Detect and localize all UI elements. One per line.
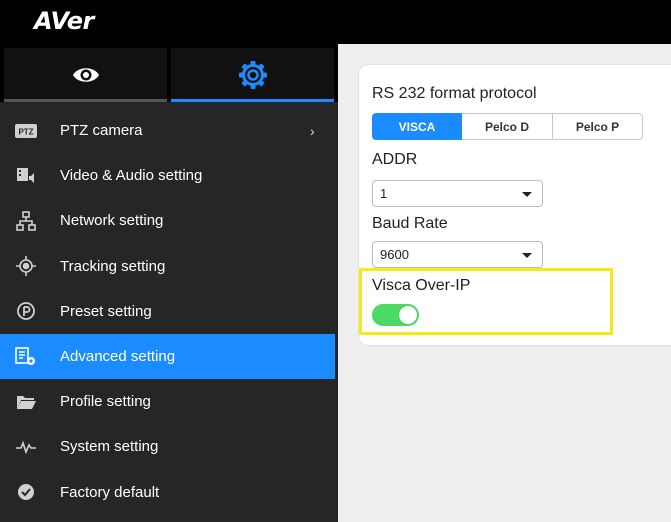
chevron-down-icon (522, 253, 532, 258)
sidebar-item-ptz-camera[interactable]: PTZ PTZ camera › (0, 108, 338, 153)
preset-icon (15, 301, 37, 321)
mode-tabs (0, 44, 338, 102)
settings-card: RS 232 format protocol VISCA Pelco D Pel… (358, 64, 671, 346)
sidebar-item-tracking[interactable]: Tracking setting (0, 244, 338, 289)
tab-view[interactable] (4, 48, 167, 102)
sidebar-item-label: Video & Audio setting (60, 167, 203, 185)
app-window: AVer PTZ PTZ camera › Video & Audio sett… (0, 0, 671, 522)
ptz-icon: PTZ (15, 121, 37, 141)
baud-rate-value: 9600 (380, 247, 409, 262)
baud-rate-label: Baud Rate (372, 215, 448, 232)
tracking-icon (15, 256, 37, 277)
svg-text:PTZ: PTZ (18, 127, 33, 136)
main-panel: RS 232 format protocol VISCA Pelco D Pel… (338, 44, 671, 522)
top-bar: AVer (0, 0, 671, 44)
tab-view-underline (4, 99, 167, 102)
sidebar-item-preset[interactable]: Preset setting (0, 289, 338, 334)
sidebar-item-label: Advanced setting (60, 348, 176, 366)
chevron-down-icon (522, 192, 532, 197)
sidebar-item-label: Preset setting (60, 302, 152, 320)
eye-icon (72, 68, 99, 82)
sidebar: PTZ PTZ camera › Video & Audio setting N… (0, 44, 338, 522)
addr-value: 1 (380, 186, 388, 201)
visca-over-ip-toggle[interactable] (372, 304, 419, 326)
protocol-option-pelco-d[interactable]: Pelco D (462, 113, 553, 140)
sidebar-item-video-audio[interactable]: Video & Audio setting (0, 153, 338, 198)
protocol-selector: VISCA Pelco D Pelco P (372, 113, 643, 140)
sidebar-item-advanced[interactable]: Advanced setting (0, 333, 335, 380)
advanced-icon (15, 346, 37, 367)
sidebar-item-profile[interactable]: Profile setting (0, 379, 338, 424)
sidebar-item-label: System setting (60, 438, 159, 456)
sidebar-item-label: Profile setting (60, 393, 151, 411)
tab-settings-underline (171, 99, 334, 102)
sidebar-item-label: Factory default (60, 483, 160, 501)
sidebar-menu: PTZ PTZ camera › Video & Audio setting N… (0, 108, 338, 515)
protocol-option-pelco-p[interactable]: Pelco P (553, 113, 643, 140)
sidebar-item-network[interactable]: Network setting (0, 198, 338, 243)
addr-label: ADDR (372, 151, 418, 168)
toggle-knob (399, 306, 417, 324)
tab-settings[interactable] (171, 48, 334, 102)
sidebar-item-system[interactable]: System setting (0, 424, 338, 469)
baud-rate-select[interactable]: 9600 (372, 241, 543, 268)
gear-icon (238, 61, 267, 89)
network-icon (15, 211, 37, 231)
aver-logo: AVer (34, 7, 94, 35)
sidebar-item-label: Network setting (60, 212, 164, 230)
chevron-right-icon: › (310, 122, 315, 139)
addr-select[interactable]: 1 (372, 180, 543, 207)
protocol-option-visca[interactable]: VISCA (372, 113, 462, 140)
folder-icon (15, 392, 37, 412)
sidebar-item-label: Tracking setting (60, 257, 166, 275)
pulse-icon (15, 437, 37, 457)
protocol-label: RS 232 format protocol (372, 85, 537, 102)
visca-over-ip-label: Visca Over-IP (372, 277, 471, 294)
sidebar-item-factory-default[interactable]: Factory default (0, 470, 338, 515)
sidebar-item-label: PTZ camera (60, 122, 143, 140)
video-audio-icon (15, 166, 37, 186)
check-circle-icon (15, 482, 37, 502)
